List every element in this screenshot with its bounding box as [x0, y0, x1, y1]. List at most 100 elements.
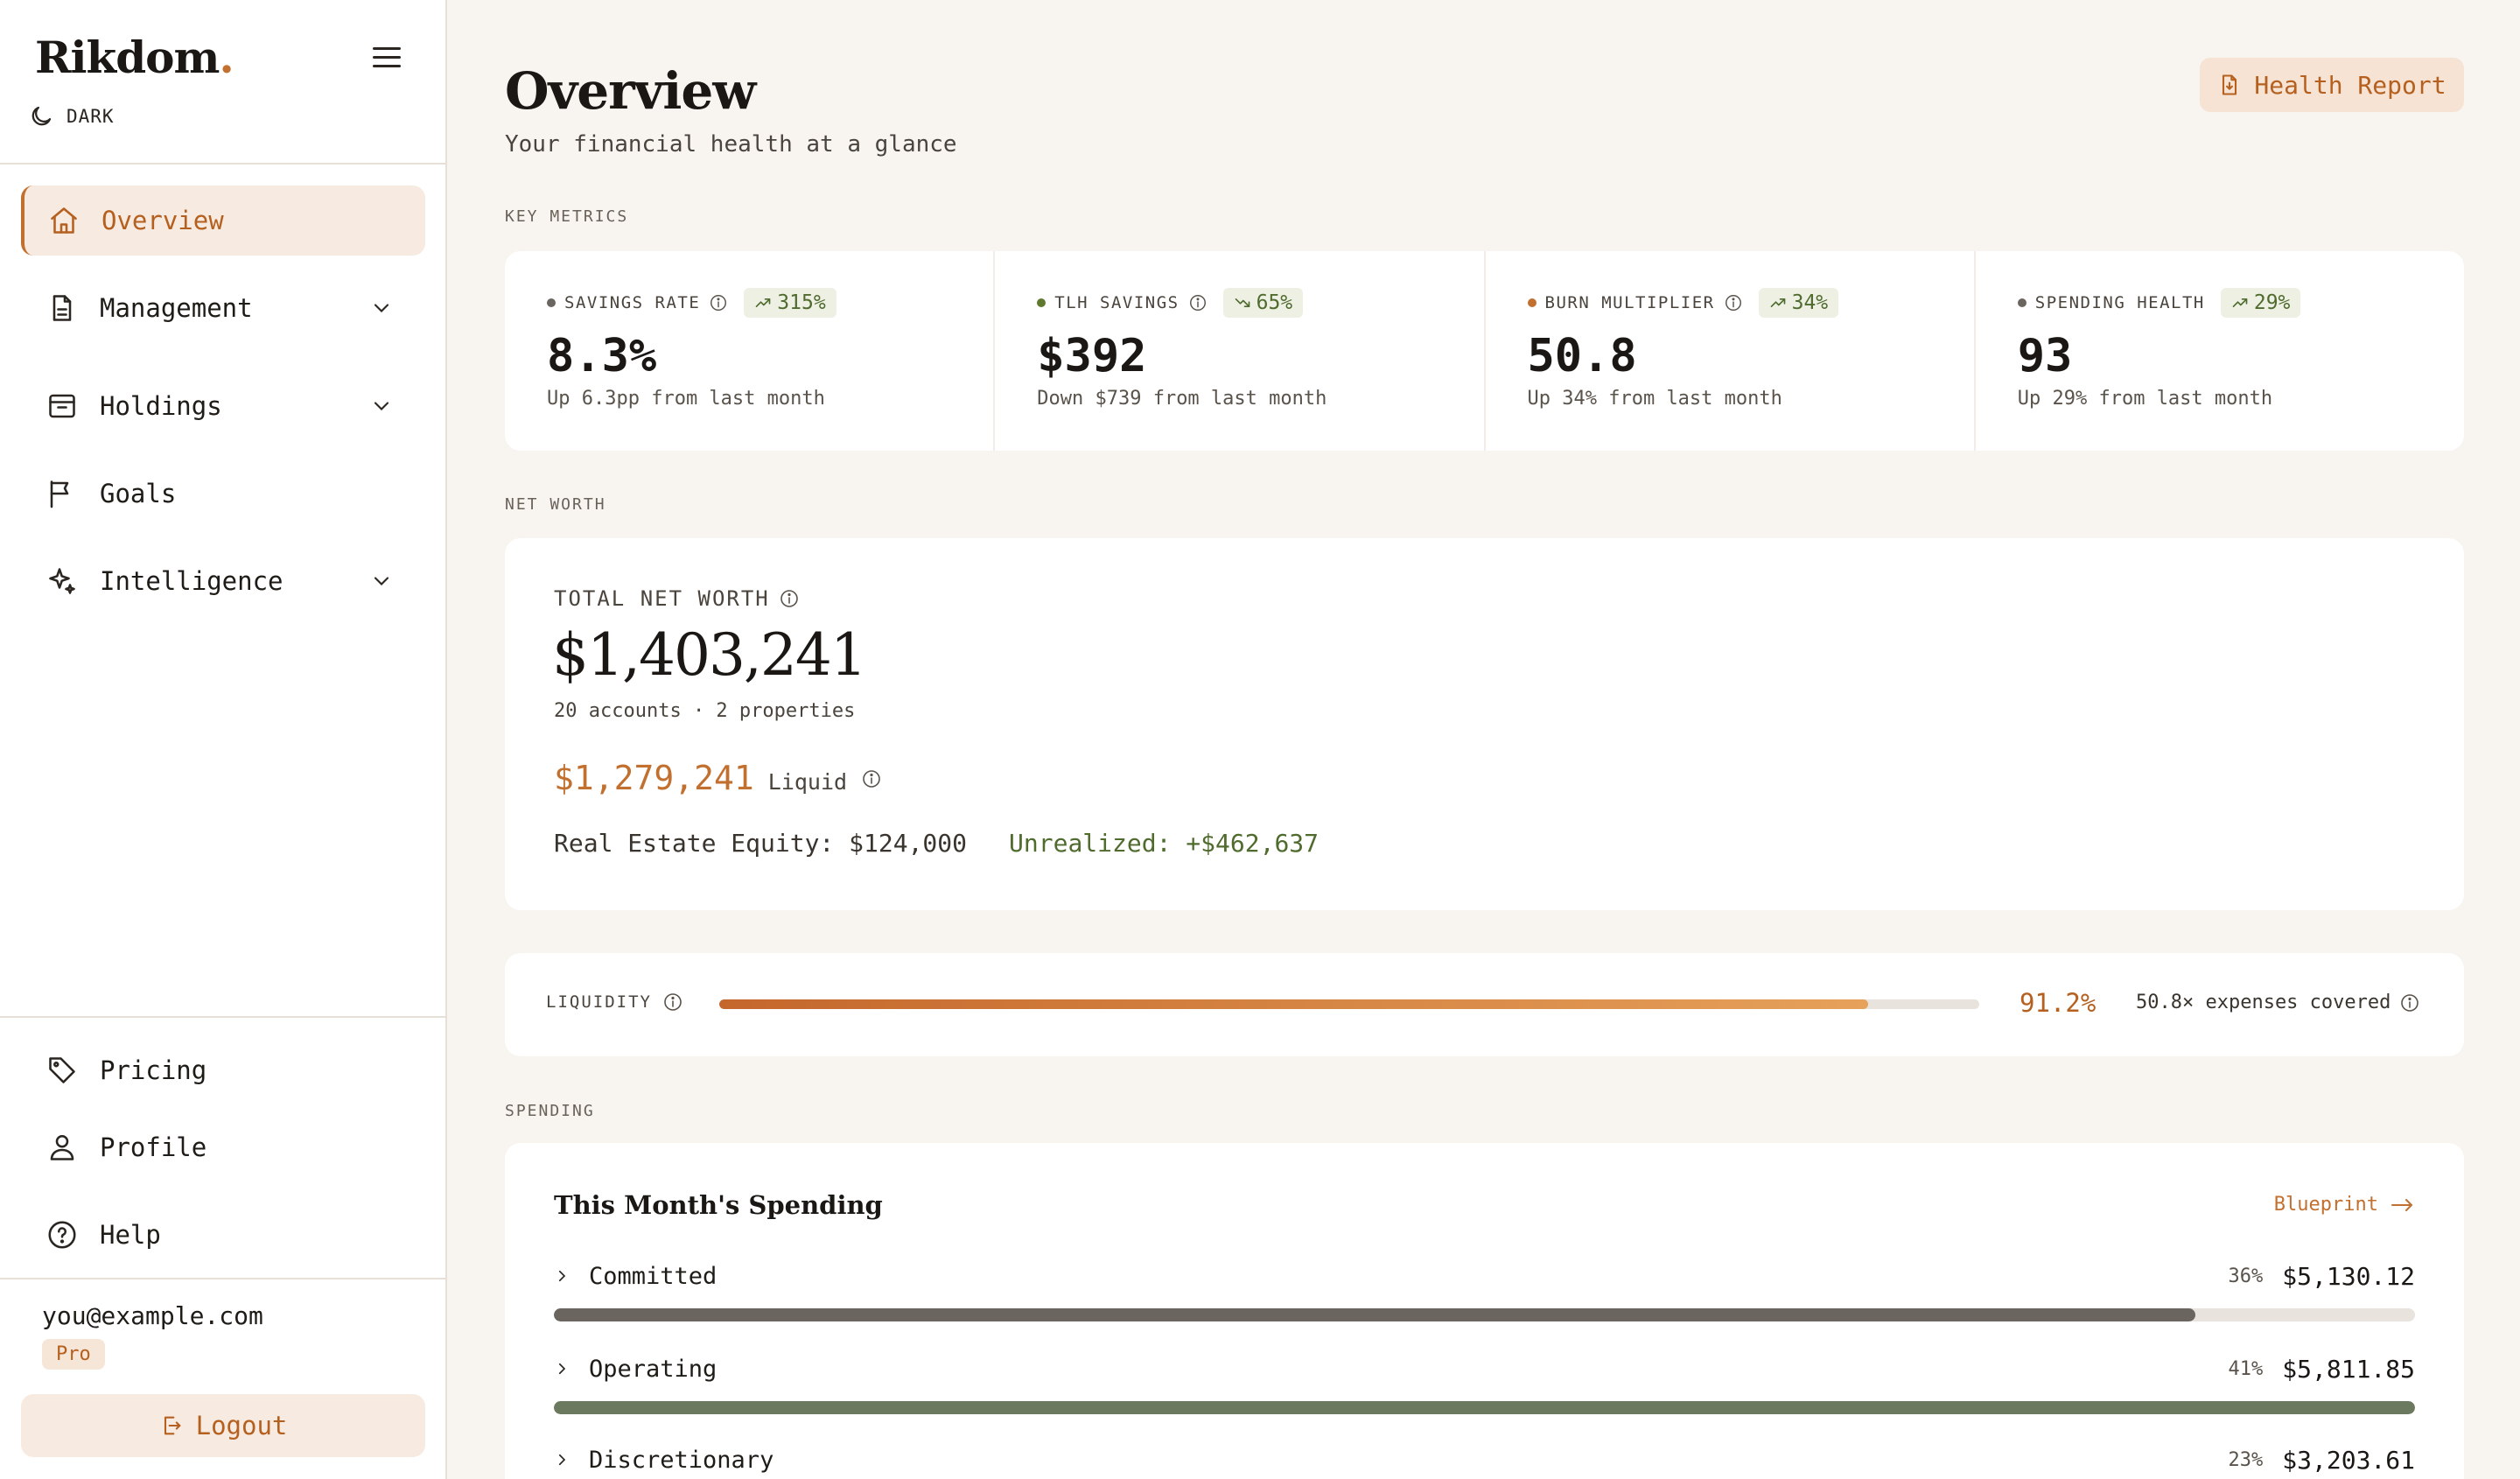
flag-icon — [44, 475, 80, 512]
home-icon — [46, 202, 82, 239]
nav-item-goals[interactable]: Goals — [21, 459, 425, 529]
liquidity-card: LIQUIDITY 91.2% 50.8× expenses covered — [505, 953, 2464, 1056]
help-circle-icon — [44, 1216, 80, 1253]
nav-item-overview[interactable]: Overview — [21, 186, 425, 256]
metric-savings-rate[interactable]: SAVINGS RATE 315% 8.3% Up 6.3pp from las… — [505, 251, 996, 451]
spending-percent: 36% — [2228, 1265, 2264, 1287]
info-icon[interactable] — [861, 768, 882, 789]
spending-percent: 41% — [2228, 1357, 2264, 1380]
user-icon — [44, 1129, 80, 1166]
trend-down-icon — [1235, 298, 1250, 307]
chevron-right-icon — [558, 1363, 566, 1375]
metric-value: 8.3% — [547, 330, 657, 382]
nav-item-label: Profile — [100, 1132, 207, 1162]
info-icon[interactable] — [662, 992, 683, 1013]
sparkles-icon — [44, 563, 80, 599]
hamburger-icon — [373, 47, 401, 50]
metric-subtext: Up 6.3pp from last month — [547, 388, 825, 410]
status-dot — [1037, 298, 1046, 307]
chevron-down-icon — [374, 402, 389, 410]
metric-name: TLH SAVINGS — [1054, 293, 1180, 312]
nav-item-label: Holdings — [100, 391, 222, 421]
moon-icon — [32, 106, 52, 126]
nav-item-label: Goals — [100, 479, 177, 508]
metric-value: 50.8 — [1527, 330, 1637, 382]
nav-item-intelligence[interactable]: Intelligence — [21, 546, 425, 616]
chevron-right-icon — [558, 1454, 566, 1466]
file-download-icon — [2222, 74, 2237, 95]
spending-row-toggle[interactable]: Committed 36% $5,130.12 — [554, 1261, 2415, 1291]
metric-spending-health[interactable]: SPENDING HEALTH 29% 93 Up 29% from last … — [1976, 251, 2464, 451]
spending-title: This Month's Spending — [554, 1190, 883, 1220]
metric-name: SPENDING HEALTH — [2034, 293, 2205, 312]
nav-item-management[interactable]: Management — [21, 273, 425, 343]
blueprint-link[interactable]: Blueprint — [2274, 1194, 2415, 1216]
spending-progress-fill — [554, 1401, 2415, 1414]
section-label-net-worth: NET WORTH — [505, 495, 606, 514]
info-icon[interactable] — [779, 588, 800, 609]
tag-icon — [44, 1052, 80, 1089]
trend-badge: 315% — [744, 288, 836, 318]
spending-row-discretionary: Discretionary 23% $3,203.61 — [554, 1445, 2415, 1479]
net-worth-label: TOTAL NET WORTH — [554, 586, 770, 611]
theme-toggle[interactable]: DARK — [28, 103, 115, 130]
nav-item-holdings[interactable]: Holdings — [21, 371, 425, 441]
menu-toggle-button[interactable] — [368, 42, 406, 77]
info-icon[interactable] — [1724, 293, 1743, 312]
trend-up-icon — [2232, 298, 2248, 307]
theme-toggle-label: DARK — [66, 106, 115, 127]
info-icon[interactable] — [1188, 293, 1208, 312]
spending-amount: $3,203.61 — [2282, 1445, 2415, 1475]
expenses-covered: 50.8× expenses covered — [2136, 992, 2391, 1013]
spending-category: Operating — [589, 1355, 718, 1383]
trend-badge: 65% — [1222, 288, 1304, 318]
section-label-spending: SPENDING — [505, 1102, 595, 1120]
nav-item-label: Intelligence — [100, 566, 284, 596]
metric-value: $392 — [1037, 330, 1147, 382]
brand-logo[interactable]: Rikdom. — [35, 32, 234, 83]
page-title: Overview — [505, 61, 756, 121]
spending-row-toggle[interactable]: Operating 41% $5,811.85 — [554, 1354, 2415, 1384]
unrealized-gains: Unrealized: +$462,637 — [1009, 829, 1320, 858]
nav-item-label: Help — [100, 1220, 161, 1250]
chevron-down-icon — [374, 304, 389, 312]
info-icon[interactable] — [2399, 992, 2420, 1013]
metric-tlh-savings[interactable]: TLH SAVINGS 65% $392 Down $739 from last… — [995, 251, 1486, 451]
liquid-label: Liquid — [767, 769, 848, 795]
status-dot — [1527, 298, 1536, 307]
spending-row-committed: Committed 36% $5,130.12 — [554, 1261, 2415, 1321]
health-report-label: Health Report — [2254, 70, 2446, 100]
spending-category: Committed — [589, 1262, 718, 1290]
page-subtitle: Your financial health at a glance — [505, 131, 957, 158]
nav-item-help[interactable]: Help — [21, 1200, 425, 1270]
spending-amount: $5,811.85 — [2282, 1354, 2415, 1384]
logout-icon — [164, 1416, 180, 1435]
sidebar: Rikdom. DARK Overview Management Holding… — [0, 0, 447, 1479]
spending-row-toggle[interactable]: Discretionary 23% $3,203.61 — [554, 1445, 2415, 1475]
trend-up-icon — [1770, 298, 1785, 307]
nav-item-label: Pricing — [100, 1055, 207, 1085]
user-email: you@example.com — [42, 1301, 263, 1330]
liquid-amount: $1,279,241 — [554, 759, 754, 797]
divider — [0, 163, 445, 165]
liquid-net-worth: $1,279,241 Liquid — [554, 759, 882, 797]
trend-badge: 34% — [1758, 288, 1839, 318]
logout-button[interactable]: Logout — [21, 1394, 425, 1457]
arrow-right-icon — [2391, 1198, 2412, 1211]
net-worth-detail: 20 accounts · 2 properties — [554, 700, 856, 722]
metric-value: 93 — [2017, 330, 2073, 382]
status-dot — [547, 298, 556, 307]
section-label-key-metrics: KEY METRICS — [505, 207, 629, 226]
divider — [0, 1016, 445, 1018]
nav-item-pricing[interactable]: Pricing — [21, 1035, 425, 1105]
metric-name: BURN MULTIPLIER — [1544, 293, 1715, 312]
chevron-right-icon — [558, 1270, 566, 1282]
wallet-icon — [44, 388, 80, 424]
health-report-button[interactable]: Health Report — [2200, 58, 2464, 112]
nav-item-profile[interactable]: Profile — [21, 1112, 425, 1182]
spending-progress-bar — [554, 1308, 2415, 1321]
metric-burn-multiplier[interactable]: BURN MULTIPLIER 34% 50.8 Up 34% from las… — [1486, 251, 1976, 451]
info-icon[interactable] — [709, 293, 728, 312]
spending-card: This Month's Spending Blueprint Committe… — [505, 1143, 2464, 1479]
metric-name: SAVINGS RATE — [564, 293, 701, 312]
